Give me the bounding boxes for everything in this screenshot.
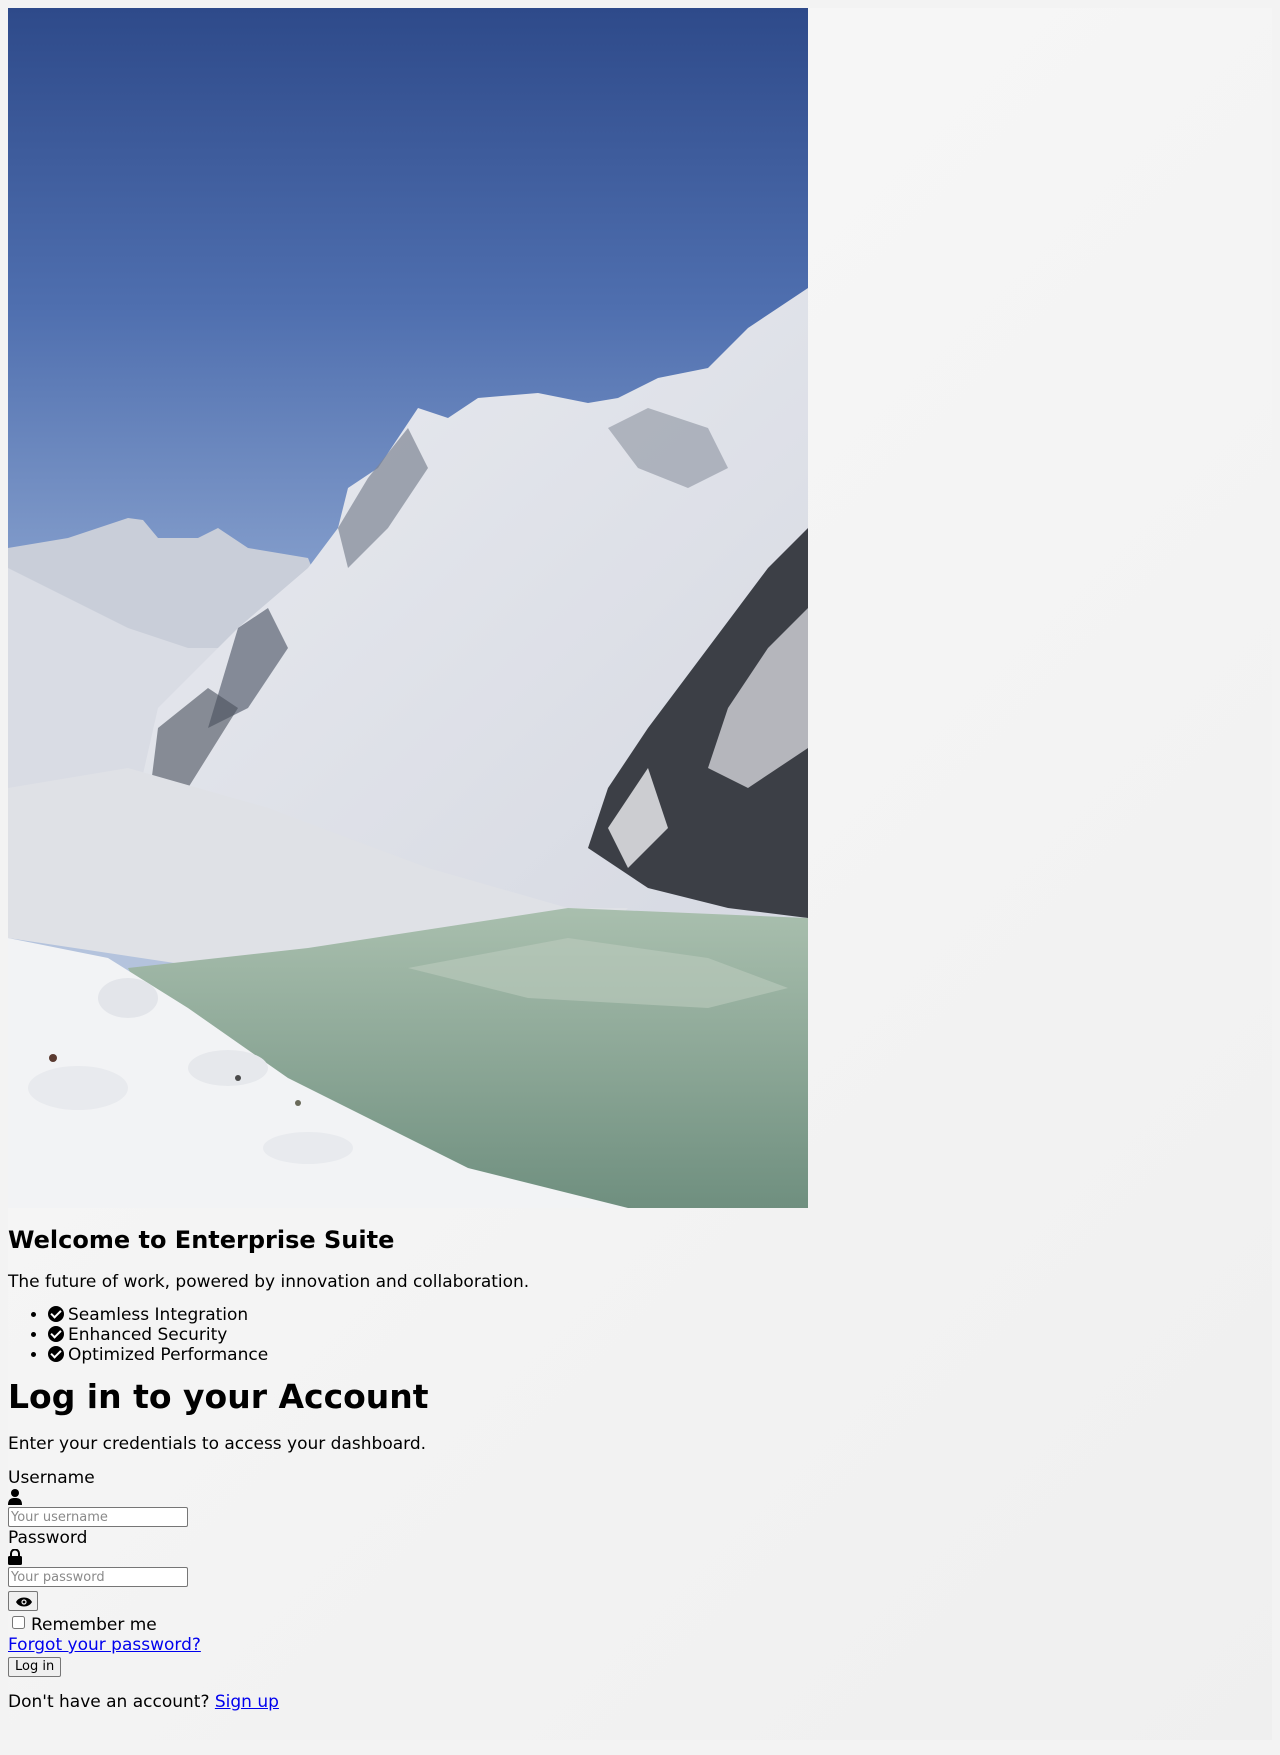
eye-icon [16,1597,32,1607]
signup-line: Don't have an account? Sign up [8,1691,908,1713]
feature-list: Seamless Integration Enhanced Security O… [8,1305,908,1365]
feature-label: Enhanced Security [68,1325,228,1345]
user-icon [8,1489,908,1507]
feature-label: Optimized Performance [68,1345,269,1365]
username-input[interactable] [8,1507,188,1527]
feature-item: Enhanced Security [48,1325,908,1345]
login-form: Username Password Remember me Forgot you… [8,1467,908,1677]
login-button[interactable]: Log in [8,1657,62,1677]
login-heading: Log in to your Account [8,1377,429,1416]
welcome-title: Welcome to Enterprise Suite [8,1226,395,1254]
welcome-tagline: The future of work, powered by innovatio… [8,1272,530,1292]
forgot-password-link[interactable]: Forgot your password? [8,1635,908,1655]
login-section: Log in to your Account Enter your creden… [8,1375,908,1713]
feature-item: Seamless Integration [48,1305,908,1325]
signup-link[interactable]: Sign up [215,1692,279,1712]
login-subtitle: Enter your credentials to access your da… [8,1434,427,1454]
mountain-lake-photo [8,8,808,1208]
lock-icon [8,1548,908,1567]
remember-label: Remember me [31,1615,157,1635]
main-content: Welcome to Enterprise Suite The future o… [8,1225,908,1713]
password-label: Password [8,1528,88,1548]
toggle-password-button[interactable] [8,1591,38,1611]
check-circle-icon [48,1346,64,1362]
feature-item: Optimized Performance [48,1345,908,1365]
remember-checkbox[interactable] [12,1616,25,1629]
remember-me[interactable]: Remember me [8,1615,908,1635]
check-circle-icon [48,1326,64,1342]
signup-prompt: Don't have an account? [8,1692,210,1712]
username-label: Username [8,1468,95,1488]
password-input[interactable] [8,1567,188,1587]
welcome-section: Welcome to Enterprise Suite The future o… [8,1225,908,1365]
hero-image [8,8,808,1208]
feature-label: Seamless Integration [68,1305,249,1325]
check-circle-icon [48,1306,64,1322]
